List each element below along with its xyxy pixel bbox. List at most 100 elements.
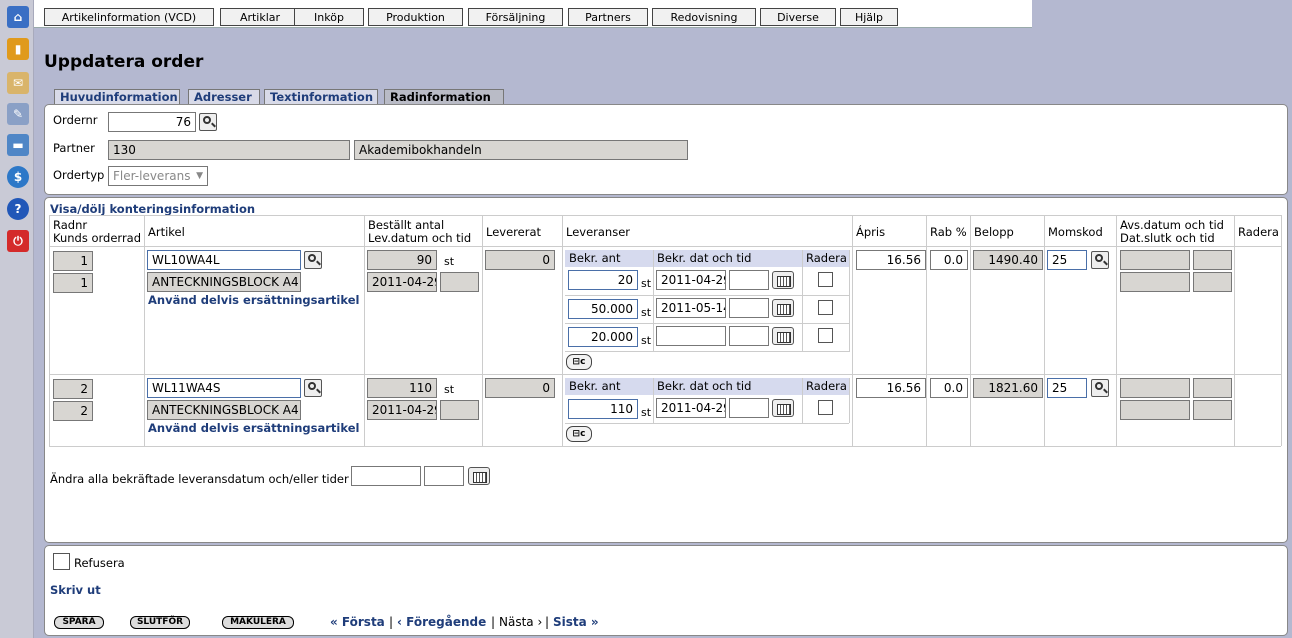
complete-button[interactable]: SLUTFÖR: [130, 616, 190, 629]
menu-partners[interactable]: Partners: [568, 8, 648, 26]
change-all-time[interactable]: [424, 466, 464, 486]
row1-rab[interactable]: 0.0: [930, 250, 968, 270]
row2-kunds: 2: [53, 401, 93, 421]
refusera-checkbox[interactable]: [53, 553, 70, 570]
row1-lev2-dat[interactable]: 2011-05-14: [656, 298, 726, 318]
grid-line: [565, 423, 849, 424]
row1-lev3-ant[interactable]: 20.000: [568, 327, 638, 347]
row1-artikel-field[interactable]: WL10WA4L: [147, 250, 301, 270]
handshake-icon[interactable]: ✉: [7, 72, 29, 94]
menu-produktion[interactable]: Produktion: [368, 8, 463, 26]
calendar-icon[interactable]: [772, 299, 794, 317]
tab-huvudinformation[interactable]: Huvudinformation: [54, 89, 180, 104]
row1-unit: st: [444, 255, 455, 268]
nav-first-link[interactable]: « Första: [330, 615, 385, 629]
nav-prev-link[interactable]: ‹ Föregående: [397, 615, 486, 629]
change-all-date[interactable]: [351, 466, 421, 486]
ordernr-label: Ordernr: [53, 113, 98, 127]
col-header-apris: Ápris: [856, 225, 886, 239]
nav-separator: |: [545, 615, 550, 629]
row2-artikel-field[interactable]: WL11WA4S: [147, 378, 301, 398]
row2-sub-bekr-ant: Bekr. ant: [569, 379, 621, 393]
row1-lev3-tid[interactable]: [729, 326, 769, 346]
chevron-down-icon: ▼: [196, 171, 203, 181]
row1-lev1-ant[interactable]: 20: [568, 270, 638, 290]
row1-lev3-dat[interactable]: [656, 326, 726, 346]
col-header-belopp: Belopp: [974, 225, 1014, 239]
row2-slutkid: [1193, 400, 1232, 420]
grid-line: [802, 378, 803, 423]
row2-substitute-link[interactable]: Använd delvis ersättningsartikel: [148, 421, 359, 435]
row1-lev3-radera-checkbox[interactable]: [818, 328, 833, 343]
row1-artikel-search-icon[interactable]: [304, 251, 322, 269]
row2-bestallt: 110: [367, 378, 437, 398]
row2-apris[interactable]: 16.56: [856, 378, 926, 398]
row1-substitute-link[interactable]: Använd delvis ersättningsartikel: [148, 293, 359, 307]
row2-momskod[interactable]: 25: [1047, 378, 1087, 398]
tab-radinformation[interactable]: Radinformation: [384, 89, 504, 104]
row2-momskod-search-icon[interactable]: [1091, 379, 1109, 397]
void-button[interactable]: MAKULERA: [222, 616, 294, 629]
row1-lev2-tid[interactable]: [729, 298, 769, 318]
page-title: Uppdatera order: [44, 52, 204, 72]
tab-textinformation[interactable]: Textinformation: [264, 89, 378, 104]
toggle-kontering-link[interactable]: Visa/dölj konteringsinformation: [50, 202, 255, 216]
ordernr-field[interactable]: 76: [108, 112, 196, 132]
row1-lev2-ant[interactable]: 50.000: [568, 299, 638, 319]
tab-adresser[interactable]: Adresser: [188, 89, 260, 104]
print-link[interactable]: Skriv ut: [50, 583, 101, 597]
nav-last-link[interactable]: Sista »: [553, 615, 599, 629]
row1-expand-button[interactable]: ⊟c: [566, 354, 592, 370]
calendar-icon[interactable]: [772, 399, 794, 417]
home-icon[interactable]: ⌂: [7, 6, 29, 28]
row2-datslut: [1120, 400, 1190, 420]
dollar-icon[interactable]: $: [7, 166, 29, 188]
calendar-icon[interactable]: [772, 271, 794, 289]
row2-levtid: [440, 400, 479, 420]
save-button[interactable]: SPARA: [54, 616, 104, 629]
row1-lev2-radera-checkbox[interactable]: [818, 300, 833, 315]
menu-artiklar[interactable]: Artiklar: [220, 8, 300, 26]
grid-line: [926, 215, 927, 446]
row2-avstid: [1193, 378, 1232, 398]
truck-icon[interactable]: ▬: [7, 134, 29, 156]
row2-lev1-radera-checkbox[interactable]: [818, 400, 833, 415]
menu-redovisning[interactable]: Redovisning: [652, 8, 756, 26]
menu-artikelinformation[interactable]: Artikelinformation (VCD): [44, 8, 214, 26]
row1-artikel-name: ANTECKNINGSBLOCK A4: [147, 272, 301, 292]
grid-line: [970, 215, 971, 446]
menu-forsaljning[interactable]: Försäljning: [468, 8, 563, 26]
notepad-icon[interactable]: ✎: [7, 103, 29, 125]
help-icon[interactable]: ?: [7, 198, 29, 220]
row2-expand-button[interactable]: ⊟c: [566, 426, 592, 442]
row2-artikel-search-icon[interactable]: [304, 379, 322, 397]
col-header-artikel: Artikel: [148, 225, 185, 239]
grid-line: [49, 374, 1281, 375]
row1-lev1-tid[interactable]: [729, 270, 769, 290]
grid-line: [565, 351, 849, 352]
menu-inkop[interactable]: Inköp: [294, 8, 364, 26]
calendar-icon[interactable]: [772, 327, 794, 345]
calendar-icon[interactable]: [468, 467, 490, 485]
partner-name-field: Akademibokhandeln: [354, 140, 688, 160]
row1-lev1-dat[interactable]: 2011-04-29: [656, 270, 726, 290]
menu-hjalp[interactable]: Hjälp: [840, 8, 898, 26]
row1-slutkid: [1193, 272, 1232, 292]
row2-rab[interactable]: 0.0: [930, 378, 968, 398]
chart-icon[interactable]: ▮: [7, 38, 29, 60]
col-header-momskod: Momskod: [1048, 225, 1103, 239]
row2-lev1-tid[interactable]: [729, 398, 769, 418]
power-icon[interactable]: ⏻: [7, 230, 29, 252]
row1-lev1-radera-checkbox[interactable]: [818, 272, 833, 287]
row2-lev1-dat[interactable]: 2011-04-29: [656, 398, 726, 418]
row1-momskod[interactable]: 25: [1047, 250, 1087, 270]
col-header-levererat: Levererat: [486, 225, 541, 239]
row2-lev1-ant[interactable]: 110: [568, 399, 638, 419]
row1-momskod-search-icon[interactable]: [1091, 251, 1109, 269]
row1-apris[interactable]: 16.56: [856, 250, 926, 270]
nav-separator: |: [491, 615, 496, 629]
menu-diverse[interactable]: Diverse: [760, 8, 836, 26]
ordertyp-select[interactable]: Fler-leverans ▼: [108, 166, 208, 186]
row1-datslut: [1120, 272, 1190, 292]
ordernr-search-icon[interactable]: [199, 113, 217, 131]
